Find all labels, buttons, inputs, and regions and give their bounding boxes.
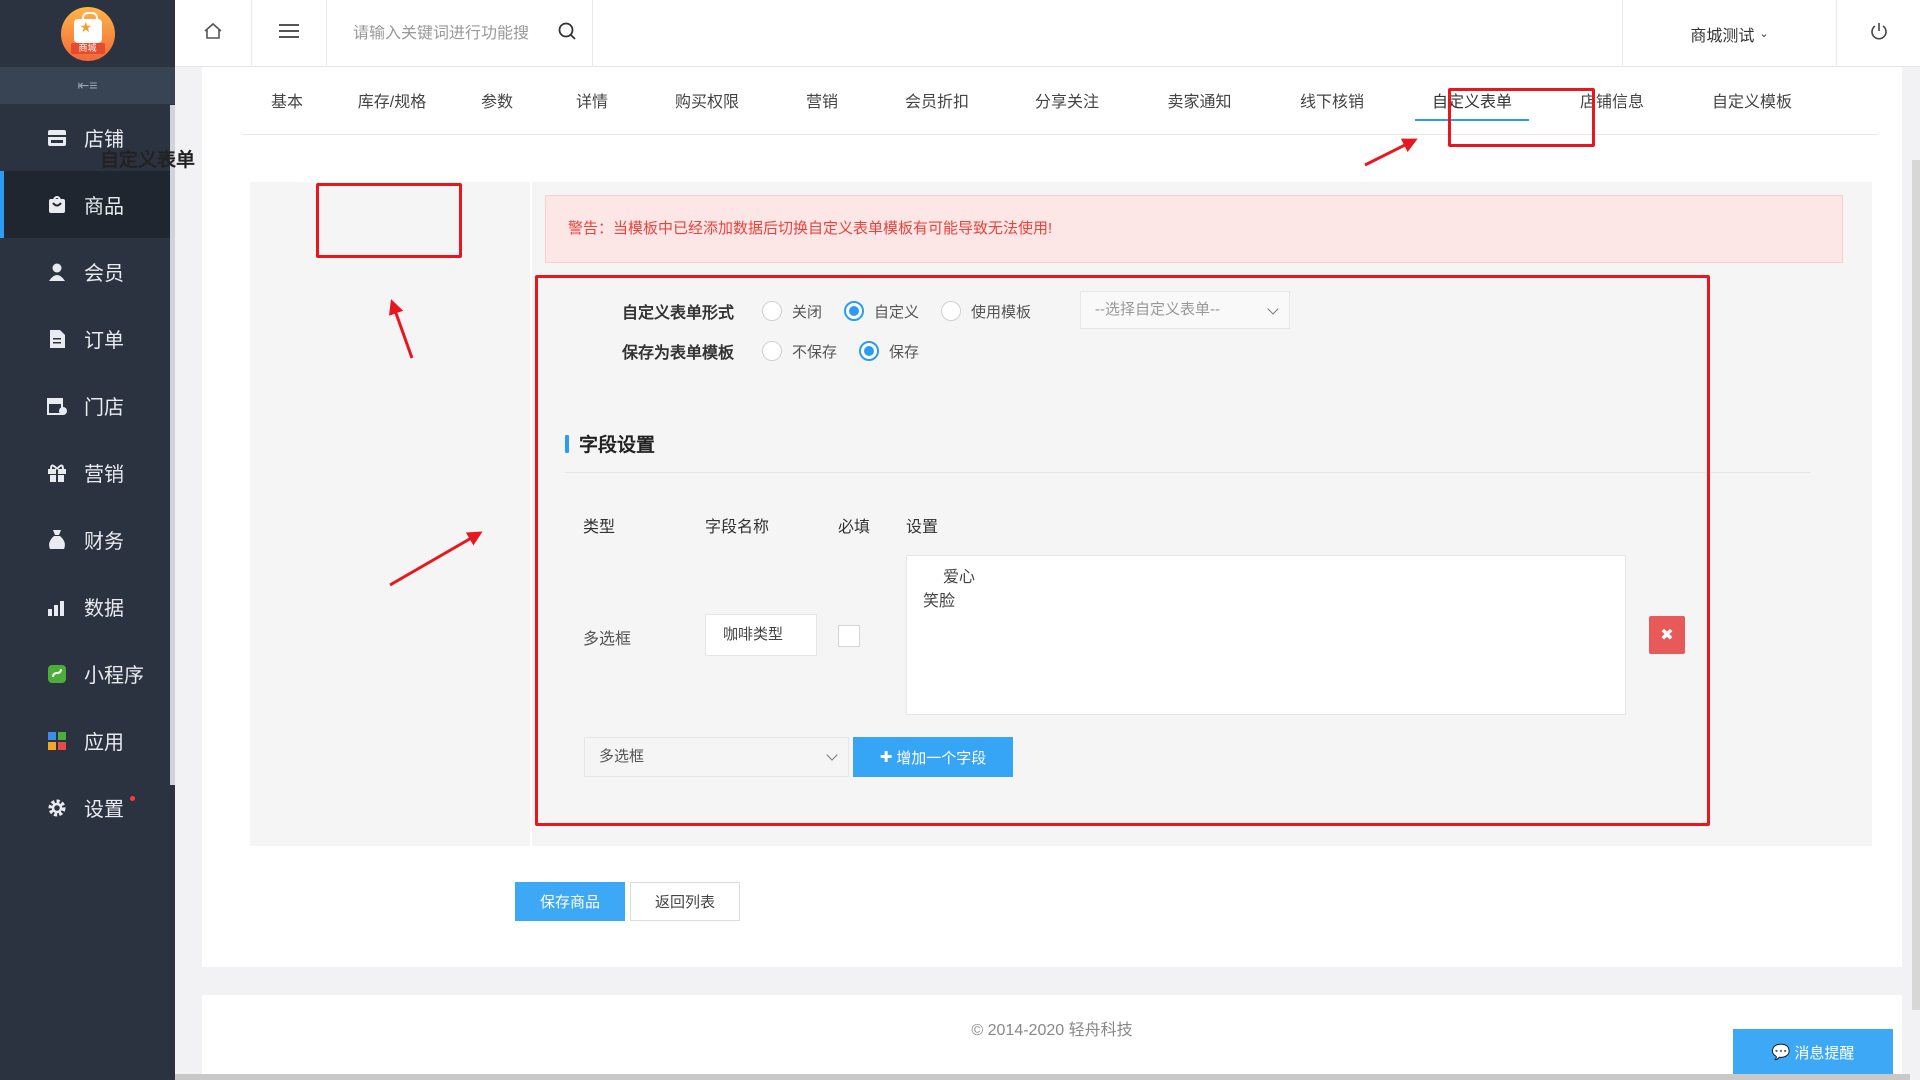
- order-icon: [46, 328, 68, 350]
- footer: © 2014-2020 轻舟科技: [202, 995, 1902, 1080]
- sidebar-item-label: 订单: [84, 330, 124, 352]
- chevron-down-icon: ⌄: [1759, 28, 1769, 40]
- gift-icon: [46, 462, 68, 484]
- back-to-list-button[interactable]: 返回列表: [630, 882, 740, 921]
- user-icon: [46, 261, 68, 283]
- tab-share[interactable]: 分享关注: [1002, 87, 1132, 135]
- sidebar-item-label: 营销: [84, 464, 124, 486]
- sidebar-item-miniprogram[interactable]: 小程序: [0, 640, 175, 707]
- power-icon: [1870, 22, 1888, 45]
- page-scrollbar[interactable]: [1912, 160, 1920, 1010]
- sidebar-item-marketing[interactable]: 营销: [0, 439, 175, 506]
- user-name: 商城测试: [1690, 27, 1755, 45]
- bar-chart-icon: [46, 596, 68, 618]
- hamburger-icon: [279, 23, 299, 44]
- search-input[interactable]: [353, 24, 543, 43]
- sidebar-item-finance[interactable]: 财务: [0, 506, 175, 573]
- warning-banner: 警告：当模板中已经添加数据后切换自定义表单模板有可能导致无法使用!: [545, 195, 1843, 263]
- sidebar-item-goods[interactable]: 商品: [0, 171, 175, 238]
- home-button[interactable]: [175, 0, 252, 67]
- sidebar-item-label: 门店: [84, 397, 124, 419]
- sidebar-menu: 店铺 商品 会员 订单 门店 营销 财务 数据 小程序 应用 设置: [0, 104, 175, 841]
- left-panel: [250, 182, 530, 846]
- sidebar-scrollbar[interactable]: [170, 105, 175, 785]
- menu-toggle-button[interactable]: [252, 0, 327, 67]
- search-box: [327, 0, 593, 67]
- message-notice-label: 消息提醒: [1794, 1044, 1855, 1062]
- tab-member-discount[interactable]: 会员折扣: [872, 87, 1002, 135]
- search-icon[interactable]: [557, 21, 577, 46]
- copyright: © 2014-2020 轻舟科技: [971, 1022, 1133, 1039]
- sidebar-item-label: 应用: [84, 732, 124, 754]
- sidebar-item-shop[interactable]: 门店: [0, 372, 175, 439]
- gear-icon: [46, 797, 68, 819]
- goods-icon: [46, 194, 68, 216]
- tab-basic[interactable]: 基本: [242, 87, 332, 135]
- message-notice-button[interactable]: 💬 消息提醒: [1733, 1029, 1893, 1075]
- annotation-box-title: [316, 183, 462, 258]
- sidebar-item-apps[interactable]: 应用: [0, 707, 175, 774]
- sidebar-item-label: 财务: [84, 531, 124, 553]
- sidebar-item-label: 数据: [84, 598, 124, 620]
- sidebar-item-label: 会员: [84, 263, 124, 285]
- collapse-icon[interactable]: ⇤≡: [0, 67, 175, 104]
- annotation-box-tab: [1448, 88, 1595, 147]
- save-goods-button[interactable]: 保存商品: [515, 882, 625, 921]
- apps-icon: [46, 730, 68, 752]
- sidebar-item-label: 小程序: [84, 665, 144, 687]
- sidebar-item-order[interactable]: 订单: [0, 305, 175, 372]
- user-menu[interactable]: 商城测试 ⌄: [1622, 0, 1837, 67]
- chat-icon: 💬: [1771, 1044, 1791, 1061]
- sidebar-item-settings[interactable]: 设置: [0, 774, 175, 841]
- logo[interactable]: ★ 商城: [60, 6, 115, 61]
- topbar: 商城测试 ⌄: [175, 0, 1920, 67]
- tab-details[interactable]: 详情: [542, 87, 642, 135]
- tab-offline-verify[interactable]: 线下核销: [1267, 87, 1397, 135]
- money-bag-icon: [46, 529, 68, 551]
- tab-seller-notify[interactable]: 卖家通知: [1132, 87, 1267, 135]
- store-icon: [46, 127, 68, 149]
- tab-custom-template[interactable]: 自定义模板: [1677, 87, 1827, 135]
- logo-area: ★ 商城: [0, 0, 175, 67]
- tab-params[interactable]: 参数: [452, 87, 542, 135]
- tab-marketing[interactable]: 营销: [772, 87, 872, 135]
- logo-text: 商城: [70, 42, 105, 54]
- horizontal-scrollbar[interactable]: [175, 1074, 1910, 1080]
- sidebar-item-label: 商品: [84, 196, 124, 218]
- sidebar-item-data[interactable]: 数据: [0, 573, 175, 640]
- shop-icon: [46, 395, 68, 417]
- panel-title: 自定义表单: [100, 150, 196, 171]
- sidebar-item-member[interactable]: 会员: [0, 238, 175, 305]
- star-icon: ★: [79, 18, 93, 35]
- tab-stock[interactable]: 库存/规格: [332, 87, 452, 135]
- logout-button[interactable]: [1837, 0, 1920, 67]
- annotation-box-form: [535, 275, 1710, 826]
- notification-dot: [130, 796, 135, 801]
- sidebar-item-label: 设置: [84, 799, 124, 821]
- tab-purchase-permission[interactable]: 购买权限: [642, 87, 772, 135]
- tab-bar: 基本 库存/规格 参数 详情 购买权限 营销 会员折扣 分享关注 卖家通知 线下…: [242, 87, 1878, 135]
- home-icon: [203, 21, 223, 46]
- miniprogram-icon: [46, 663, 68, 685]
